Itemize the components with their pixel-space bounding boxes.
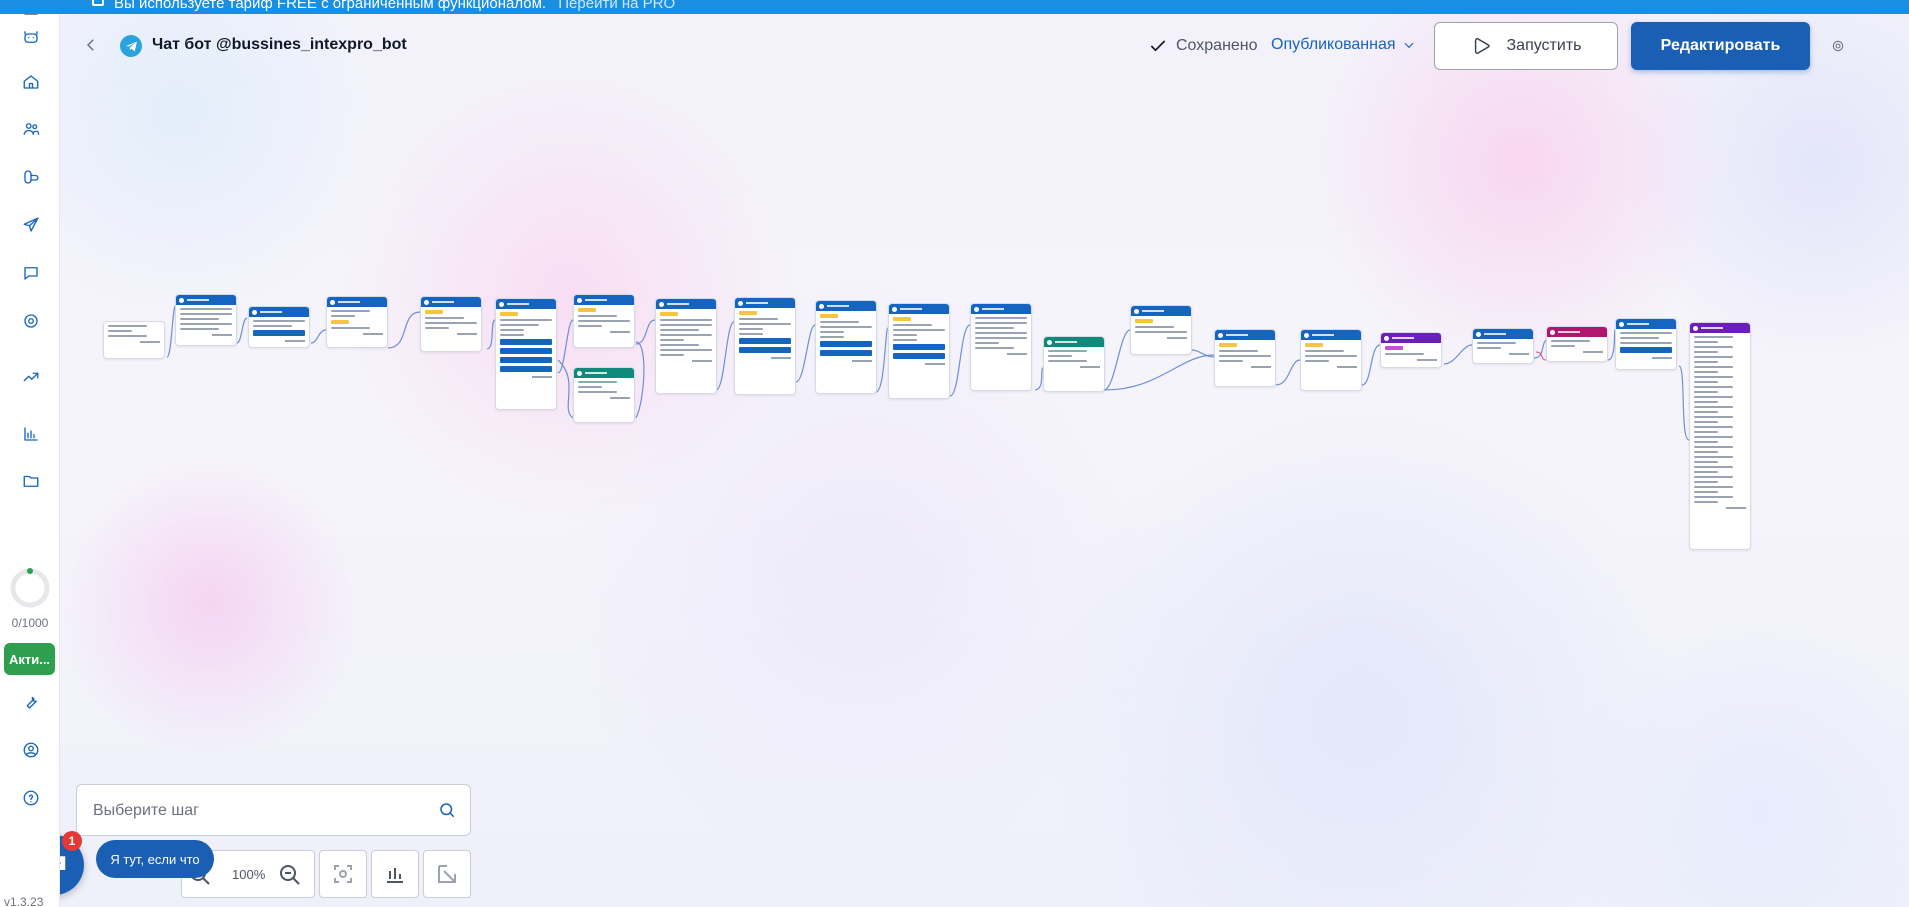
zoom-level: 100% <box>232 867 266 882</box>
stats-view-button[interactable] <box>371 850 419 898</box>
flow-node-buttons[interactable] <box>495 298 557 410</box>
sidebar: 0/1000 Акти... v1.3.23 <box>0 0 60 907</box>
settings-cog-icon[interactable] <box>20 310 42 332</box>
users-icon[interactable] <box>20 118 42 140</box>
banner-text-wrap: Вы используете тариф FREE с ограниченным… <box>114 0 675 12</box>
usage-progress-ring <box>10 568 50 608</box>
active-status-badge[interactable]: Акти... <box>4 643 55 675</box>
promo-banner: Вы используете тариф FREE с ограниченным… <box>0 0 1909 14</box>
flow-node-question[interactable] <box>1300 329 1362 391</box>
chat-icon[interactable] <box>20 262 42 284</box>
flow-node-question[interactable] <box>1214 329 1276 387</box>
zoom-out-icon[interactable] <box>278 863 302 887</box>
flow-node-message[interactable] <box>1615 318 1677 370</box>
flow-node-message[interactable] <box>248 306 310 348</box>
flow-node-question[interactable] <box>1130 305 1192 355</box>
flow-node-buttons[interactable] <box>734 297 796 395</box>
bar-chart-icon[interactable] <box>20 423 42 445</box>
flow-node-start[interactable] <box>103 321 165 359</box>
send-icon[interactable] <box>20 214 42 236</box>
flow-node-question[interactable] <box>420 296 482 352</box>
flow-node-question[interactable] <box>326 296 388 348</box>
step-search-input[interactable] <box>93 799 423 823</box>
step-search-field[interactable] <box>76 784 471 836</box>
flow-node-condition[interactable] <box>1043 336 1105 392</box>
bar-chart-icon <box>387 868 403 883</box>
home-icon[interactable] <box>20 71 42 93</box>
trend-icon[interactable] <box>20 366 42 388</box>
usage-counter: 0/1000 <box>11 616 49 630</box>
flow-node-question[interactable] <box>1472 328 1534 364</box>
flow-node-action[interactable] <box>1380 332 1442 368</box>
fit-view-button[interactable] <box>423 850 471 898</box>
search-icon[interactable] <box>438 801 456 819</box>
flow-node-condition[interactable] <box>573 367 635 423</box>
chat-hint-bubble[interactable]: Я тут, если что <box>96 840 214 878</box>
flow-node-message[interactable] <box>970 303 1032 391</box>
banner-pro-link[interactable]: Перейти на PRO <box>558 0 675 12</box>
flow-node-action[interactable] <box>1546 326 1608 362</box>
flow-connections <box>166 304 1690 441</box>
flow-node-message[interactable] <box>655 298 717 394</box>
flow-node-buttons[interactable] <box>815 300 877 394</box>
chat-unread-badge: 1 <box>62 831 82 851</box>
screenshot-button[interactable] <box>319 850 367 898</box>
export-arrow-icon <box>438 865 456 883</box>
folder-icon[interactable] <box>20 470 42 492</box>
app-version: v1.3.23 <box>4 895 44 907</box>
banner-text: Вы используете тариф FREE с ограниченным… <box>114 0 547 12</box>
banner-checkbox-icon <box>92 0 104 6</box>
bot-icon[interactable] <box>20 26 42 48</box>
profile-icon[interactable] <box>20 739 42 761</box>
flow-diagram <box>0 0 1909 907</box>
flow-node-list[interactable] <box>1689 322 1751 550</box>
help-icon[interactable] <box>20 787 42 809</box>
integrations-icon[interactable] <box>20 166 42 188</box>
flow-node-question[interactable] <box>573 294 635 348</box>
camera-focus-icon <box>334 865 352 883</box>
wrench-icon[interactable] <box>20 691 42 713</box>
flow-node-message[interactable] <box>175 294 237 346</box>
flow-node-buttons[interactable] <box>888 303 950 399</box>
